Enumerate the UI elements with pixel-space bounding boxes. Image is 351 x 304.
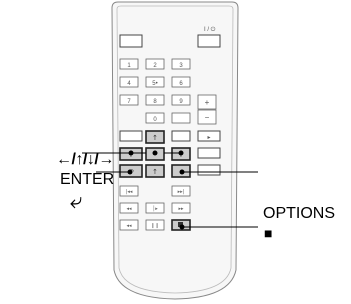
slow-icon: │▸ (152, 205, 158, 212)
side-button-2[interactable] (197, 164, 221, 176)
enter-label: ENTER (60, 171, 115, 188)
side-button[interactable] (197, 147, 221, 159)
remote-control-diagram: I / ⏻ 1 2 3 4 5• 6 7 8 9 0 + − ↑ ▸ ↑ ↑ (82, 1, 258, 300)
power-button[interactable] (197, 34, 221, 48)
prev-icon: |◂◂ (126, 189, 133, 195)
volume-up-label: + (205, 98, 210, 107)
next-icon: ▸▸| (178, 189, 185, 195)
arrows-callout-dot-2 (178, 150, 184, 156)
arrows-callout-dot (128, 150, 134, 156)
rewind-icon: ◂◂ (126, 206, 132, 212)
options-callout-dot (179, 169, 185, 175)
power-label: I / ⏻ (204, 26, 216, 33)
blank-key[interactable] (171, 112, 191, 124)
left-top-button[interactable] (119, 34, 143, 48)
fast-forward-icon: ▸▸ (178, 206, 184, 212)
options-label: OPTIONS (263, 205, 336, 222)
top-right-function-button[interactable] (171, 130, 191, 142)
stop-callout-dot (179, 224, 185, 230)
return-label: ⤶ (70, 188, 83, 213)
replay-icon: ◂◂ (126, 223, 132, 229)
play-icon: ▸ (207, 134, 210, 141)
down-arrow-icon: ↑ (152, 168, 158, 176)
top-left-function-button[interactable] (119, 130, 143, 142)
pause-icon: ❙❙ (151, 223, 159, 229)
enter-callout-dot (152, 150, 158, 156)
return-callout-dot (127, 169, 133, 175)
arrows-label: ←/↑/↓/→ (56, 151, 114, 168)
stop-label: ■ (264, 225, 273, 241)
up-arrow-icon: ↑ (152, 134, 158, 142)
key-5-label: 5• (152, 81, 157, 87)
volume-down-label: − (205, 113, 210, 122)
